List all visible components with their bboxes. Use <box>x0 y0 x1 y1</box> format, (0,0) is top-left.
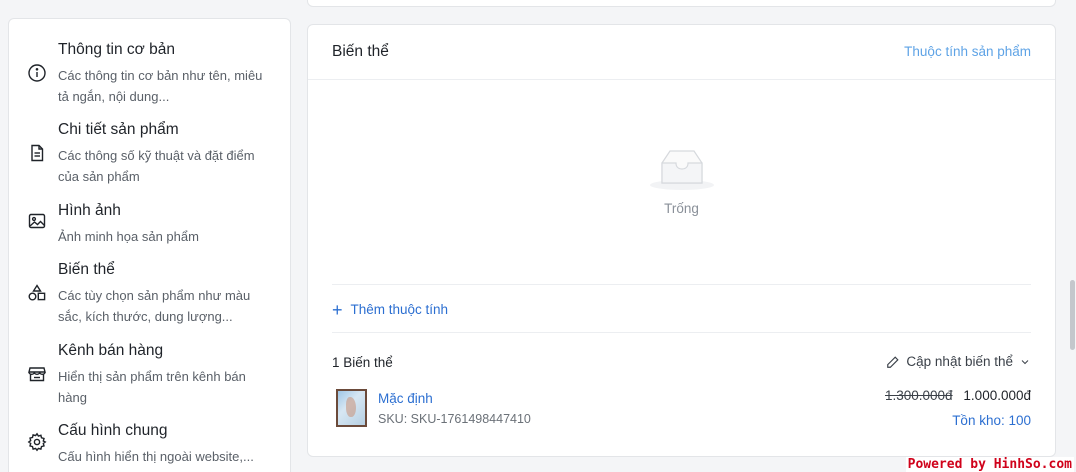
empty-inbox-icon <box>650 150 714 190</box>
store-icon <box>27 364 47 384</box>
nav-item-title: Cấu hình chung <box>58 422 168 439</box>
nav-item-title: Chi tiết sản phẩm <box>58 121 179 138</box>
variant-old-price: 1.300.000đ <box>885 388 953 403</box>
nav-item-variants[interactable]: Biến thể Các tùy chọn sản phẩm như màu s… <box>9 261 292 343</box>
previous-card-edge <box>307 0 1056 7</box>
nav-item-images[interactable]: Hình ảnh Ảnh minh họa sản phẩm <box>9 202 292 260</box>
footer-brand-watermark: Powered by HinhSo.com <box>905 457 1074 472</box>
shapes-icon <box>27 283 47 303</box>
nav-item-desc: Các thông số kỹ thuật và đặt điểm của sả… <box>58 148 255 184</box>
nav-item-sales-channels[interactable]: Kênh bán hàng Hiển thị sản phẩm trên kên… <box>9 342 292 422</box>
empty-state-text: Trống <box>664 201 699 216</box>
divider <box>332 284 1031 285</box>
variant-count: 1 Biến thể <box>332 355 393 370</box>
image-icon <box>27 211 47 231</box>
variants-card: Biến thể Thuộc tính sản phẩm Trống + Thê… <box>307 24 1056 457</box>
gear-icon <box>27 432 47 452</box>
add-attribute-label: Thêm thuộc tính <box>350 302 449 317</box>
nav-item-desc: Ảnh minh họa sản phẩm <box>58 229 199 244</box>
nav-item-general-config[interactable]: Cấu hình chung Cấu hình hiển thị ngoài w… <box>9 422 292 472</box>
divider <box>332 332 1031 333</box>
product-attributes-link[interactable]: Thuộc tính sản phẩm <box>904 44 1031 59</box>
card-header: Biến thể Thuộc tính sản phẩm <box>308 25 1055 80</box>
nav-item-desc: Các tùy chọn sản phẩm như màu sắc, kích … <box>58 288 251 324</box>
variant-name-link[interactable]: Mặc định <box>378 391 433 406</box>
variant-sku: SKU: SKU-1761498447410 <box>378 412 531 426</box>
nav-item-basic-info[interactable]: Thông tin cơ bản Các thông tin cơ bản nh… <box>9 41 292 121</box>
nav-item-desc: Hiển thị sản phẩm trên kênh bán hàng <box>58 369 246 405</box>
nav-item-desc: Cấu hình hiển thị ngoài website,... <box>58 449 254 464</box>
info-icon <box>27 63 47 83</box>
card-title: Biến thể <box>332 43 389 60</box>
variant-price: 1.000.000đ <box>963 388 1031 403</box>
nav-item-title: Hình ảnh <box>58 202 121 219</box>
update-variants-button[interactable]: Cập nhật biến thể <box>886 354 1031 369</box>
chevron-down-icon <box>1021 359 1029 364</box>
variant-stock-link[interactable]: Tồn kho: 100 <box>952 413 1031 428</box>
page: Thông tin cơ bản Các thông tin cơ bản nh… <box>0 0 1076 472</box>
plus-icon: + <box>332 299 343 320</box>
nav-item-title: Biến thể <box>58 261 115 278</box>
scrollbar[interactable] <box>1070 280 1075 350</box>
add-attribute-button[interactable]: + Thêm thuộc tính <box>332 299 449 320</box>
nav-item-title: Kênh bán hàng <box>58 342 164 359</box>
nav-item-desc: Các thông tin cơ bản như tên, miêu tả ng… <box>58 68 263 104</box>
nav-item-title: Thông tin cơ bản <box>58 41 176 58</box>
pencil-icon <box>887 355 900 368</box>
document-icon <box>27 143 47 163</box>
section-nav: Thông tin cơ bản Các thông tin cơ bản nh… <box>8 18 291 472</box>
update-variants-label: Cập nhật biến thể <box>906 354 1013 369</box>
variant-thumbnail <box>336 389 367 427</box>
nav-item-product-details[interactable]: Chi tiết sản phẩm Các thông số kỹ thuật … <box>9 121 292 201</box>
